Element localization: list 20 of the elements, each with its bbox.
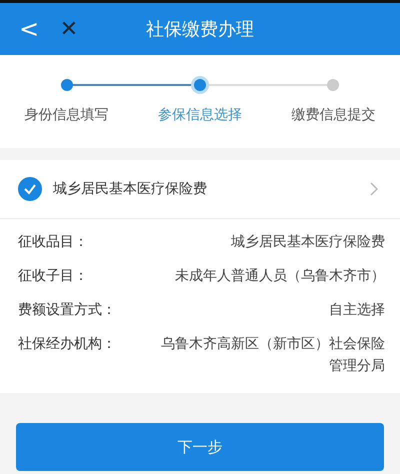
next-button[interactable]: 下一步 <box>16 423 384 471</box>
step-label[interactable]: 身份信息填写 <box>0 106 134 124</box>
field-label: 费额设置方式： <box>18 301 116 320</box>
field-label: 征收品目： <box>18 233 88 252</box>
back-button[interactable]: < <box>16 15 42 43</box>
insurance-item[interactable]: 城乡居民基本医疗保险费 <box>0 160 400 219</box>
chevron-right-icon <box>370 182 378 196</box>
field-value: 城乡居民基本医疗保险费 <box>231 233 385 252</box>
close-button[interactable]: ✕ <box>56 16 82 42</box>
field-value: 乌鲁木齐高新区（新市区）社会保险管理分局 <box>160 335 385 376</box>
checkmark-icon <box>23 182 37 196</box>
field-value: 自主选择 <box>329 301 385 320</box>
checkbox[interactable] <box>18 177 42 201</box>
field-label: 社保经办机构： <box>18 335 116 354</box>
field-label: 征收子目： <box>18 267 88 286</box>
field-value: 未成年人普通人员（乌鲁木齐市） <box>175 267 385 286</box>
insurance-name: 城乡居民基本医疗保险费 <box>53 180 208 198</box>
step-label[interactable]: 缴费信息提交 <box>266 106 400 124</box>
page-title: 社保缴费办理 <box>145 18 255 41</box>
step-label[interactable]: 参保信息选择 <box>133 106 267 124</box>
